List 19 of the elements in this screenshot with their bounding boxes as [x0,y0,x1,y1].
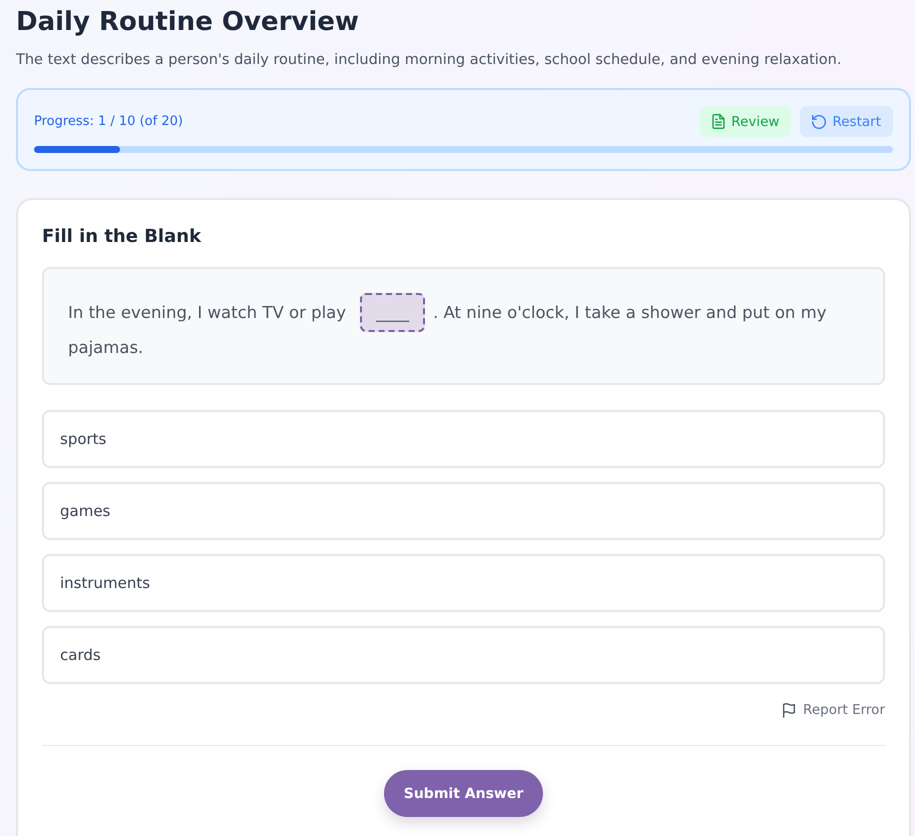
question-text: In the evening, I watch TV or play [68,302,346,324]
answer-option[interactable]: games [42,482,885,540]
review-button[interactable]: Review [700,106,792,137]
submit-answer-button[interactable]: Submit Answer [384,770,544,817]
question-text: . At nine o'clock, I take a shower and put on my [433,302,826,324]
question-text: pajamas. [68,338,144,357]
report-error-link[interactable]: Report Error [783,702,885,718]
answer-option[interactable]: instruments [42,554,885,612]
answer-option[interactable]: sports [42,410,885,468]
page-description: The text describes a person's daily routine, including morning activities, school schedule, and evening relaxation. [16,51,842,70]
blank-field[interactable]: ____ [360,293,426,332]
restart-button[interactable]: Restart [800,106,893,137]
progress-label: Progress: 1 / 10 (of 20) [34,114,183,129]
question-heading: Fill in the Blank [42,225,202,249]
page-title: Daily Routine Overview [16,6,359,39]
flag-icon [783,702,796,718]
document-icon [712,114,726,129]
circular-arrow-icon [812,114,826,128]
answer-option[interactable]: cards [42,626,885,684]
